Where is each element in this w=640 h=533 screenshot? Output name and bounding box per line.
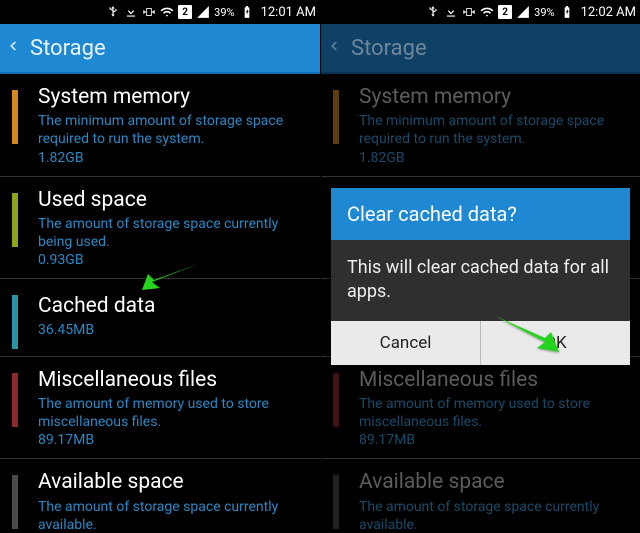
battery-percent: 39% bbox=[214, 6, 234, 19]
back-button[interactable] bbox=[6, 35, 20, 61]
status-bar: 2 39% 12:01 AM bbox=[0, 0, 320, 24]
download-icon bbox=[124, 5, 138, 19]
item-cached-data[interactable]: Cached data 36.45MB bbox=[0, 279, 320, 356]
dialog-body: This will clear cached data for all apps… bbox=[331, 240, 630, 321]
item-title: Miscellaneous files bbox=[359, 367, 628, 394]
header: Storage bbox=[0, 24, 320, 74]
item-available-space: Available space The amount of storage sp… bbox=[321, 459, 640, 533]
item-title: Used space bbox=[38, 187, 308, 214]
battery-charging-icon bbox=[240, 5, 254, 19]
item-title: Available space bbox=[359, 469, 628, 496]
item-desc: The amount of storage space currently av… bbox=[359, 498, 628, 533]
page-title: Storage bbox=[351, 36, 427, 61]
swatch bbox=[12, 90, 18, 144]
item-title: Available space bbox=[38, 469, 308, 496]
item-value: 0.93GB bbox=[38, 252, 308, 268]
sim-2-icon: 2 bbox=[178, 5, 192, 19]
signal-icon bbox=[196, 5, 210, 19]
usb-icon bbox=[426, 5, 440, 19]
item-desc: The minimum amount of storage space requ… bbox=[38, 112, 308, 148]
storage-list: System memory The minimum amount of stor… bbox=[0, 74, 320, 533]
vibrate-icon bbox=[142, 5, 156, 19]
item-desc: The minimum amount of storage space requ… bbox=[359, 112, 628, 148]
vibrate-icon bbox=[462, 5, 476, 19]
wifi-icon bbox=[480, 5, 494, 19]
signal-icon bbox=[516, 5, 530, 19]
item-used-space[interactable]: Used space The amount of storage space c… bbox=[0, 177, 320, 280]
item-misc-files: Miscellaneous files The amount of memory… bbox=[321, 357, 640, 460]
clock: 12:02 AM bbox=[581, 5, 636, 20]
item-desc: The amount of memory used to store misce… bbox=[38, 395, 308, 431]
item-available-space[interactable]: Available space The amount of storage sp… bbox=[0, 459, 320, 533]
item-desc: The amount of memory used to store misce… bbox=[359, 395, 628, 431]
dialog-title: Clear cached data? bbox=[331, 188, 630, 240]
item-value: 89.17MB bbox=[38, 432, 308, 448]
usb-icon bbox=[106, 5, 120, 19]
phone-left: 2 39% 12:01 AM Storage System memory The… bbox=[0, 0, 320, 533]
item-value: 1.82GB bbox=[359, 150, 628, 166]
clock: 12:01 AM bbox=[261, 5, 316, 20]
wifi-icon bbox=[160, 5, 174, 19]
swatch bbox=[333, 475, 339, 529]
download-icon bbox=[444, 5, 458, 19]
item-value: 89.17MB bbox=[359, 432, 628, 448]
ok-button[interactable]: OK bbox=[480, 321, 630, 365]
swatch bbox=[333, 90, 339, 144]
clear-cache-dialog: Clear cached data? This will clear cache… bbox=[331, 188, 630, 365]
dialog-buttons: Cancel OK bbox=[331, 321, 630, 365]
item-desc: The amount of storage space currently av… bbox=[38, 498, 308, 533]
status-bar: 2 39% 12:02 AM bbox=[321, 0, 640, 24]
cancel-button[interactable]: Cancel bbox=[331, 321, 480, 365]
item-system-memory[interactable]: System memory The minimum amount of stor… bbox=[0, 74, 320, 177]
sim-2-icon: 2 bbox=[498, 5, 512, 19]
item-value: 36.45MB bbox=[38, 322, 308, 338]
item-title: System memory bbox=[38, 84, 308, 111]
swatch bbox=[12, 475, 18, 529]
item-value: 1.82GB bbox=[38, 150, 308, 166]
swatch bbox=[333, 373, 339, 427]
phone-right: 2 39% 12:02 AM Storage System memory The… bbox=[320, 0, 640, 533]
swatch bbox=[12, 373, 18, 427]
item-desc: The amount of storage space currently be… bbox=[38, 215, 308, 251]
battery-charging-icon bbox=[560, 5, 574, 19]
item-title: Cached data bbox=[38, 293, 308, 320]
swatch bbox=[12, 193, 18, 247]
header: Storage bbox=[321, 24, 640, 74]
battery-percent: 39% bbox=[534, 6, 554, 19]
swatch bbox=[12, 295, 18, 349]
page-title: Storage bbox=[30, 36, 106, 61]
back-button[interactable] bbox=[327, 35, 341, 61]
item-title: System memory bbox=[359, 84, 628, 111]
item-title: Miscellaneous files bbox=[38, 367, 308, 394]
item-system-memory: System memory The minimum amount of stor… bbox=[321, 74, 640, 177]
item-misc-files[interactable]: Miscellaneous files The amount of memory… bbox=[0, 357, 320, 460]
